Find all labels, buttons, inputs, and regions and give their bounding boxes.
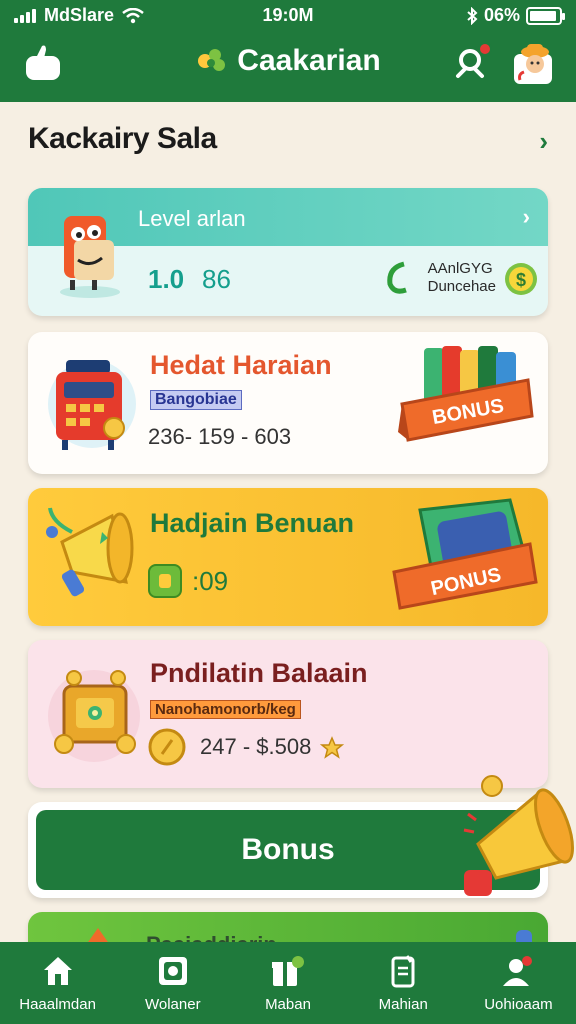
app-title: Caakarian [237, 44, 381, 77]
cash-register-icon [48, 360, 136, 450]
mascot-icon [60, 216, 120, 298]
profile-icon [503, 956, 533, 986]
star-icon [320, 736, 344, 759]
dollar-coin-icon: $ [505, 263, 537, 295]
megaphone-icon [46, 507, 134, 597]
wallet-icon [158, 957, 187, 985]
nav-label: Haaalmdan [19, 996, 96, 1013]
clover-icon [198, 49, 226, 71]
nav-label: Mahian [378, 996, 428, 1013]
home-icon [43, 957, 72, 985]
bonus-wallet-icon: PONUS [392, 498, 538, 610]
section-header[interactable]: Kackairy Sala › [28, 122, 548, 162]
hadjain-value: :09 [192, 566, 229, 596]
hedat-card[interactable]: Hedat Haraian Bangobiae 236- 159 - 603 B… [28, 332, 548, 474]
hedat-title: Hedat Haraian [150, 350, 332, 380]
timer-icon [148, 564, 182, 598]
hedat-range: 236- 159 - 603 [148, 424, 292, 449]
pndilatin-tag: Nanohamonorb/keg [150, 700, 301, 719]
nav-label: Wolaner [145, 996, 201, 1013]
nav-item-profile[interactable]: Uohioaam [461, 942, 576, 1024]
hadjain-title: Hadjain Benuan [150, 508, 355, 538]
treasure-chest-icon [48, 670, 140, 762]
level-value-primary: 1.0 [148, 264, 185, 294]
bonus-ribbon-icon: BONUS [398, 346, 534, 442]
nav-label: Maban [265, 996, 311, 1013]
level-value-secondary: 86 [202, 264, 231, 294]
avatar[interactable] [510, 40, 556, 86]
notification-button[interactable] [452, 42, 492, 84]
app-header: MdSlare 19:0M 06% Caakarian [0, 0, 576, 102]
notification-badge [478, 42, 492, 56]
level-card[interactable]: Level arlan › 1.0 86 AAnlGYG Duncehae $ [28, 188, 548, 316]
battery-percent: 06% [483, 5, 520, 25]
hedat-tag: Bangobiae [150, 390, 242, 410]
hadjain-card[interactable]: Hadjain Benuan :09 PONUS [28, 488, 548, 626]
status-bar: MdSlare 19:0M 06% [0, 0, 576, 30]
section-title: Kackairy Sala [28, 122, 217, 155]
level-side-line2: Duncehae [427, 278, 496, 295]
nav-item-wallet[interactable]: Wolaner [115, 942, 230, 1024]
megaphone-icon [463, 775, 574, 896]
pndilatin-card[interactable]: Pndilatin Balaain Nanohamonorb/keg 247 -… [28, 640, 548, 788]
nav-item-gift[interactable]: Maban [230, 942, 345, 1024]
clipboard-icon [391, 955, 415, 988]
level-side-line1: AAnlGYG [427, 260, 493, 277]
chevron-right-icon: › [522, 204, 530, 229]
bottom-nav: Haaalmdan Wolaner Maban Mahian Uohioaam [0, 942, 576, 1024]
pndilatin-title: Pndilatin Balaain [150, 658, 368, 688]
svg-text:$: $ [516, 270, 526, 290]
gift-icon [272, 956, 304, 986]
nav-item-home[interactable]: Haaalmdan [0, 942, 115, 1024]
leaf-icon [387, 261, 407, 294]
level-title: Level arlan [138, 206, 246, 231]
chevron-right-icon: › [539, 126, 548, 156]
pndilatin-range: 247 - $.508 [200, 734, 312, 759]
coin-icon [148, 728, 186, 766]
nav-item-tasks[interactable]: Mahian [346, 942, 461, 1024]
bluetooth-icon [467, 6, 478, 25]
nav-label: Uohioaam [484, 996, 553, 1013]
battery-icon [526, 6, 565, 25]
